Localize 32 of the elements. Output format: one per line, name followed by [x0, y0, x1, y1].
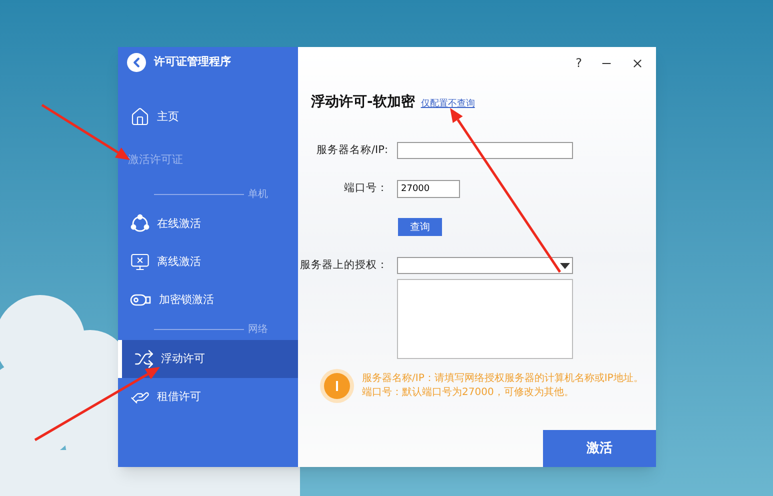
warning-icon [320, 369, 354, 403]
hint-text: 端口号：默认端口号为27000，可修改为其他。 [362, 387, 575, 399]
group-label: 单机 [248, 188, 268, 202]
nav-item[interactable]: 在线激活 [118, 205, 298, 243]
hint-text: 服务器名称/IP：请填写网络授权服务器的计算机名称或IP地址。 [362, 373, 644, 385]
close-icon[interactable] [631, 56, 644, 70]
back-button[interactable] [127, 52, 146, 72]
help-button[interactable]: ? [576, 54, 582, 72]
home-icon [130, 107, 150, 127]
nav-item[interactable]: 主页 [118, 98, 298, 136]
field-label: 服务器名称/IP: [315, 142, 388, 158]
field-label: 端口号： [343, 181, 388, 196]
dropdown-caret-icon [560, 262, 570, 268]
license-dropdown[interactable] [397, 257, 573, 274]
config-only-link[interactable]: 仅配置不查询 [420, 98, 475, 111]
section-heading: 激活许可证 [128, 152, 183, 168]
usb-key-icon [130, 293, 152, 307]
nav-item[interactable]: 租借许可 [118, 378, 298, 416]
query-button[interactable]: 查询 [398, 218, 442, 236]
monitor-x-icon [130, 252, 150, 272]
network-nodes-icon [130, 214, 150, 234]
nav-item[interactable]: 离线激活 [118, 243, 298, 281]
app-title: 许可证管理程序 [154, 54, 231, 70]
nav-item[interactable]: 加密锁激活 [118, 281, 298, 319]
activate-button[interactable]: 激活 [543, 430, 656, 467]
group-label: 网络 [248, 323, 268, 337]
port-input[interactable]: 27000 [397, 180, 460, 198]
page-title: 浮动许可-软加密 [311, 92, 415, 112]
server-input[interactable] [397, 142, 573, 159]
field-label: 服务器上的授权： [300, 258, 388, 273]
nav-item[interactable]: 浮动许可 [118, 340, 298, 378]
shuffle-icon [134, 349, 154, 369]
